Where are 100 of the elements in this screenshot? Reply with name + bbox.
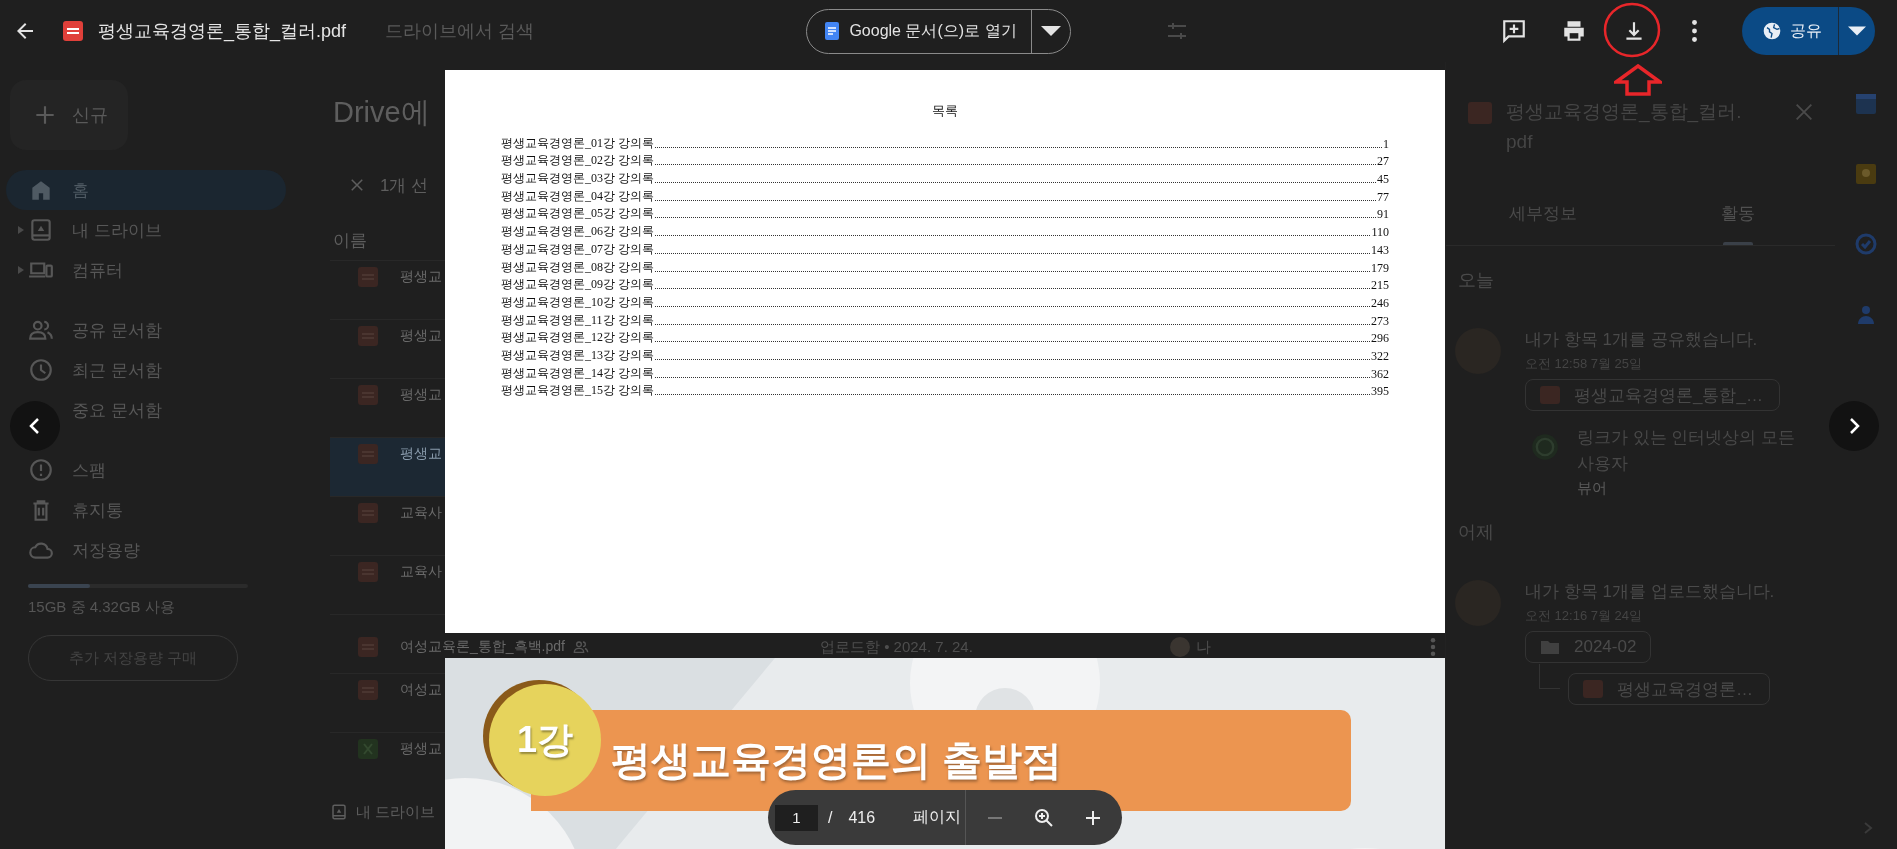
avatar [1170,637,1190,657]
toc-entry-title: 평생교육경영론_15강 강의록 [501,382,654,400]
toc-entry-title: 평생교육경영론_03강 강의록 [501,170,654,188]
next-button[interactable] [1829,401,1879,451]
page-input[interactable]: 1 [775,804,818,831]
check-circle-icon[interactable] [1854,232,1878,256]
file-icon [1540,386,1560,404]
toc-page-number: 27 [1377,154,1389,170]
search-field[interactable]: 드라이브에서 검색 [385,19,534,43]
file-icon [358,385,378,406]
file-icon [358,444,378,465]
lightbulb-icon[interactable] [1854,162,1878,186]
expand-arrow-icon[interactable] [18,266,24,274]
page-total: 416 [848,808,876,827]
file-row[interactable]: 평생교 [330,733,445,791]
file-name: 여성교 [400,681,442,700]
file-name: 평생교 [400,740,442,759]
page-title: Drive에 [332,95,430,130]
file-row[interactable]: 평생교 [330,261,445,319]
drive-icon [330,803,348,821]
sidebar-item[interactable]: 최근 문서함 [6,350,286,390]
toc-page-number: 362 [1371,366,1389,382]
toc-entry-title: 평생교육경영론_07강 강의록 [501,240,654,258]
add-comment-icon [1501,18,1527,44]
toc-entry-title: 평생교육경영론_05강 강의록 [501,205,654,223]
access-role: 뷰어 [1577,479,1608,498]
spreadsheet-icon [358,739,378,760]
file-icon [358,503,378,524]
toc-entry-title: 평생교육경영론_09강 강의록 [501,276,654,294]
toc-page-number: 296 [1371,331,1389,347]
file-row[interactable]: 교육사 [330,556,445,614]
file-name: 평생교 [400,268,442,287]
sidebar-item[interactable]: 내 드라이브 [6,210,286,250]
file-row[interactable]: 여성교 [330,674,445,732]
file-icon [1583,680,1603,698]
file-row[interactable]: 교육사 [330,497,445,555]
toc-page-number: 91 [1377,207,1389,223]
previous-button[interactable] [10,401,60,451]
breadcrumb[interactable]: 내 드라이브 [356,802,436,822]
file-icon [358,637,378,657]
globe-icon [1531,433,1559,461]
toc-page-number: 45 [1377,172,1389,188]
toc-heading: 목록 [931,102,959,120]
file-title: 평생교육경영론_통합_컬러.pdf [98,20,347,43]
sidebar-item[interactable]: 저장용량 [6,530,286,570]
file-name: 여성교육론_통합_흑백.pdf [400,638,565,656]
sidebar-item[interactable]: 공유 문서함 [6,310,286,350]
toc-entry-title: 평생교육경영론_08강 강의록 [501,258,654,276]
file-name: 평생교 [400,386,442,405]
toc-page-number: 246 [1371,295,1389,311]
toc-entry-title: 평생교육경영론_04강 강의록 [501,187,654,205]
file-name: 평생교 [400,445,442,464]
file-name: 교육사 [400,563,442,582]
toc-entry-title: 평생교육경영론_10강 강의록 [501,293,654,311]
column-header[interactable]: 이름 [330,222,367,260]
print-icon [1561,18,1587,44]
share-button[interactable]: 공유 [1742,7,1875,55]
toc-entry-title: 평생교육경영론_13강 강의록 [501,346,654,364]
file-icon [1468,102,1492,124]
globe-icon [1762,21,1782,41]
toc-page-number: 273 [1371,313,1389,329]
file-icon [358,562,378,583]
toc-entry-title: 평생교육경영론_14강 강의록 [501,364,654,382]
toc-entry-title: 평생교육경영론_02강 강의록 [501,152,654,170]
sidebar-item[interactable]: 컴퓨터 [6,250,286,290]
file-row[interactable]: 평생교 [330,379,445,437]
close-icon[interactable] [1793,101,1815,123]
sidebar-item[interactable]: 휴지통 [6,490,286,530]
file-icon [358,326,378,347]
file-icon [358,680,378,701]
calendar-icon[interactable] [1854,92,1878,116]
toc-entry-title: 평생교육경영론_06강 강의록 [501,223,654,241]
minus-icon [986,816,1005,819]
more-icon[interactable] [1430,638,1436,656]
clock-icon [28,357,54,383]
toc-entry-title: 평생교육경영론_01강 강의록 [501,134,654,152]
file-row[interactable]: 평생교 [330,320,445,378]
sidebar-item[interactable]: 중요 문서함 [6,390,286,430]
sidebar-item[interactable]: 스팸 [6,450,286,490]
file-name: 교육사 [400,504,442,523]
toc-page-number: 322 [1371,348,1389,364]
toc-page-number: 110 [1371,225,1389,241]
folder-icon [1540,638,1560,656]
file-icon [63,21,83,41]
toc-page-number: 143 [1371,242,1389,258]
file-name: 평생교 [400,327,442,346]
toc-page-number: 1 [1383,136,1389,152]
up-arrow-annotation [1614,64,1662,96]
drive-icon [28,217,54,243]
page-separator: / [828,808,833,827]
toc-entry-title: 평생교육경영론_12강 강의록 [501,329,654,347]
highlight-circle [1603,2,1661,58]
file-row[interactable]: 평생교 [330,438,445,496]
toc-entry-title: 평생교육경영론_11강 강의록 [501,311,654,329]
more-icon [1691,20,1697,42]
close-icon[interactable] [348,176,366,194]
toc-page-number: 179 [1371,260,1389,276]
toc-page-number: 395 [1371,384,1389,400]
selection-count: 1개 선 [380,174,429,197]
expand-arrow-icon[interactable] [18,226,24,234]
